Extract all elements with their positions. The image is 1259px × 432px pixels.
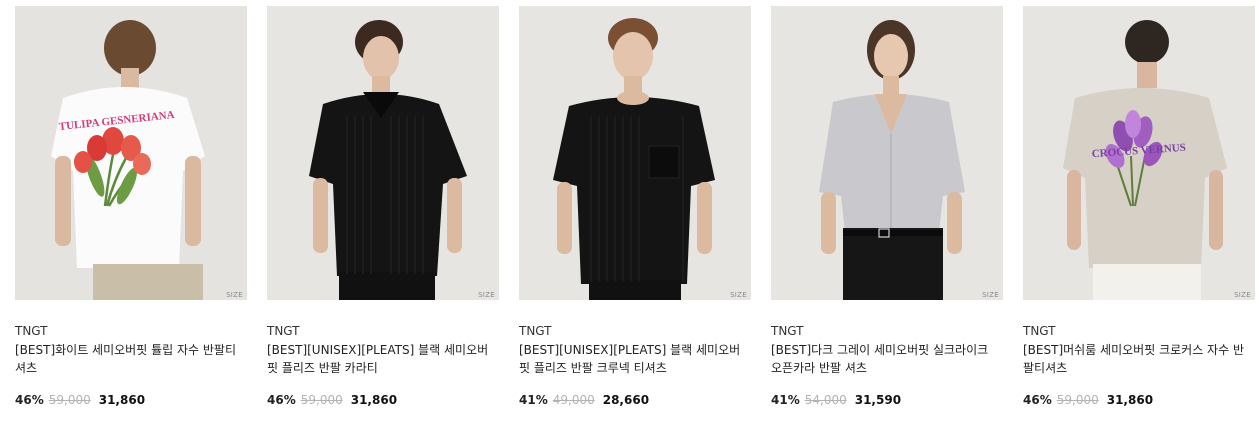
- product-prices: 46% 59,000 31,860: [1023, 392, 1255, 408]
- sale-price: 31,860: [98, 393, 146, 407]
- product-image[interactable]: SIZE: [267, 6, 499, 300]
- product-name[interactable]: [BEST]화이트 세미오버핏 튤립 자수 반팔티셔츠: [15, 341, 247, 377]
- product-brand[interactable]: TNGT: [771, 323, 1003, 339]
- original-price: 54,000: [804, 393, 847, 407]
- product-brand[interactable]: TNGT: [1023, 323, 1255, 339]
- discount-rate: 41%: [519, 393, 548, 407]
- sale-price: 31,860: [1106, 393, 1154, 407]
- product-grid: TULIPA GESNERIANA SIZE TNGT [BEST]화이트 세미…: [15, 6, 1255, 408]
- product-brand[interactable]: TNGT: [15, 323, 247, 339]
- discount-rate: 46%: [267, 393, 296, 407]
- product-name[interactable]: [BEST]머쉬룸 세미오버핏 크로커스 자수 반팔티셔츠: [1023, 341, 1255, 377]
- print-text: TULIPA GESNERIANA: [58, 109, 175, 133]
- discount-rate: 46%: [15, 393, 44, 407]
- product-image[interactable]: TULIPA GESNERIANA SIZE: [15, 6, 247, 300]
- product-prices: 46% 59,000 31,860: [267, 392, 499, 408]
- size-tag[interactable]: SIZE: [730, 291, 747, 300]
- original-price: 59,000: [1056, 393, 1099, 407]
- product-brand[interactable]: TNGT: [267, 323, 499, 339]
- sale-price: 31,590: [854, 393, 902, 407]
- print-text: CROCUS VERNUS: [1091, 142, 1186, 161]
- original-price: 59,000: [300, 393, 343, 407]
- product-card[interactable]: CROCUS VERNUS SIZE TNGT [BEST]머쉬룸 세미오버핏 …: [1023, 6, 1255, 408]
- product-card[interactable]: TULIPA GESNERIANA SIZE TNGT [BEST]화이트 세미…: [15, 6, 247, 408]
- product-image[interactable]: SIZE: [771, 6, 1003, 300]
- product-name[interactable]: [BEST][UNISEX][PLEATS] 블랙 세미오버핏 플리즈 반팔 크…: [519, 341, 751, 377]
- product-card[interactable]: SIZE TNGT [BEST][UNISEX][PLEATS] 블랙 세미오버…: [267, 6, 499, 408]
- size-tag[interactable]: SIZE: [982, 291, 999, 300]
- size-tag[interactable]: SIZE: [226, 291, 243, 300]
- size-tag[interactable]: SIZE: [478, 291, 495, 300]
- product-image[interactable]: SIZE: [519, 6, 751, 300]
- product-image[interactable]: CROCUS VERNUS SIZE: [1023, 6, 1255, 300]
- product-name[interactable]: [BEST][UNISEX][PLEATS] 블랙 세미오버핏 플리즈 반팔 카…: [267, 341, 499, 377]
- product-card[interactable]: SIZE TNGT [BEST][UNISEX][PLEATS] 블랙 세미오버…: [519, 6, 751, 408]
- product-prices: 41% 54,000 31,590: [771, 392, 1003, 408]
- discount-rate: 46%: [1023, 393, 1052, 407]
- product-prices: 46% 59,000 31,860: [15, 392, 247, 408]
- product-brand[interactable]: TNGT: [519, 323, 751, 339]
- original-price: 59,000: [48, 393, 91, 407]
- size-tag[interactable]: SIZE: [1234, 291, 1251, 300]
- product-card[interactable]: SIZE TNGT [BEST]다크 그레이 세미오버핏 실크라이크 오픈카라 …: [771, 6, 1003, 408]
- product-name[interactable]: [BEST]다크 그레이 세미오버핏 실크라이크 오픈카라 반팔 셔츠: [771, 341, 1003, 377]
- sale-price: 28,660: [602, 393, 650, 407]
- original-price: 49,000: [552, 393, 595, 407]
- discount-rate: 41%: [771, 393, 800, 407]
- product-prices: 41% 49,000 28,660: [519, 392, 751, 408]
- sale-price: 31,860: [350, 393, 398, 407]
